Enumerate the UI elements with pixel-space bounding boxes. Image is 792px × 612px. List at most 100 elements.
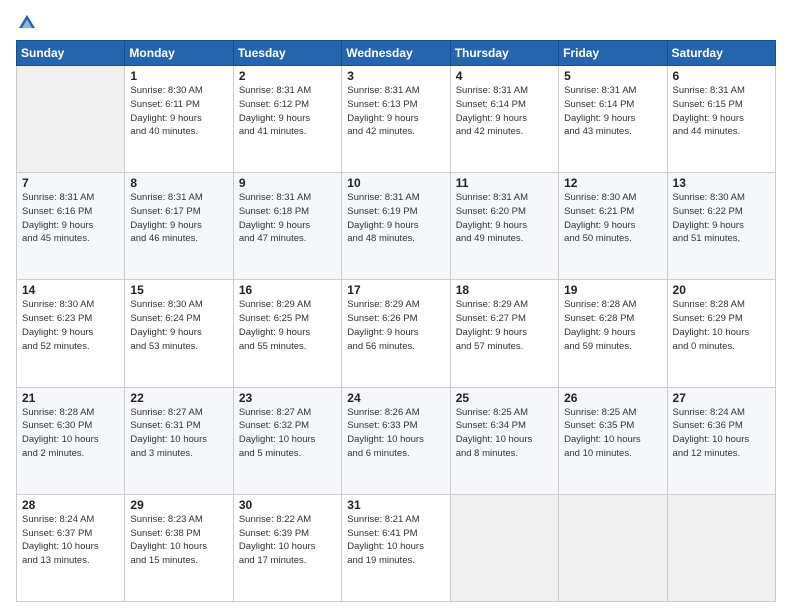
day-info: Sunrise: 8:30 AM Sunset: 6:11 PM Dayligh…: [130, 84, 227, 139]
table-row: 8Sunrise: 8:31 AM Sunset: 6:17 PM Daylig…: [125, 173, 233, 280]
table-row: 2Sunrise: 8:31 AM Sunset: 6:12 PM Daylig…: [233, 66, 341, 173]
day-number: 17: [347, 283, 444, 297]
day-info: Sunrise: 8:31 AM Sunset: 6:17 PM Dayligh…: [130, 191, 227, 246]
table-row: 24Sunrise: 8:26 AM Sunset: 6:33 PM Dayli…: [342, 387, 450, 494]
col-friday: Friday: [559, 41, 667, 66]
day-info: Sunrise: 8:30 AM Sunset: 6:22 PM Dayligh…: [673, 191, 770, 246]
calendar-week-row: 14Sunrise: 8:30 AM Sunset: 6:23 PM Dayli…: [17, 280, 776, 387]
day-info: Sunrise: 8:24 AM Sunset: 6:36 PM Dayligh…: [673, 406, 770, 461]
table-row: [559, 494, 667, 601]
day-number: 20: [673, 283, 770, 297]
day-number: 16: [239, 283, 336, 297]
table-row: 21Sunrise: 8:28 AM Sunset: 6:30 PM Dayli…: [17, 387, 125, 494]
day-number: 30: [239, 498, 336, 512]
day-number: 3: [347, 69, 444, 83]
day-number: 31: [347, 498, 444, 512]
day-number: 12: [564, 176, 661, 190]
day-info: Sunrise: 8:23 AM Sunset: 6:38 PM Dayligh…: [130, 513, 227, 568]
table-row: 7Sunrise: 8:31 AM Sunset: 6:16 PM Daylig…: [17, 173, 125, 280]
calendar-table: Sunday Monday Tuesday Wednesday Thursday…: [16, 40, 776, 602]
day-number: 23: [239, 391, 336, 405]
day-info: Sunrise: 8:28 AM Sunset: 6:30 PM Dayligh…: [22, 406, 119, 461]
day-info: Sunrise: 8:31 AM Sunset: 6:15 PM Dayligh…: [673, 84, 770, 139]
day-number: 15: [130, 283, 227, 297]
table-row: 30Sunrise: 8:22 AM Sunset: 6:39 PM Dayli…: [233, 494, 341, 601]
table-row: 14Sunrise: 8:30 AM Sunset: 6:23 PM Dayli…: [17, 280, 125, 387]
day-info: Sunrise: 8:22 AM Sunset: 6:39 PM Dayligh…: [239, 513, 336, 568]
table-row: 9Sunrise: 8:31 AM Sunset: 6:18 PM Daylig…: [233, 173, 341, 280]
table-row: 29Sunrise: 8:23 AM Sunset: 6:38 PM Dayli…: [125, 494, 233, 601]
day-info: Sunrise: 8:28 AM Sunset: 6:29 PM Dayligh…: [673, 298, 770, 353]
logo: [16, 12, 42, 34]
day-info: Sunrise: 8:27 AM Sunset: 6:32 PM Dayligh…: [239, 406, 336, 461]
day-info: Sunrise: 8:31 AM Sunset: 6:18 PM Dayligh…: [239, 191, 336, 246]
calendar-week-row: 7Sunrise: 8:31 AM Sunset: 6:16 PM Daylig…: [17, 173, 776, 280]
table-row: 27Sunrise: 8:24 AM Sunset: 6:36 PM Dayli…: [667, 387, 775, 494]
day-info: Sunrise: 8:31 AM Sunset: 6:12 PM Dayligh…: [239, 84, 336, 139]
day-number: 7: [22, 176, 119, 190]
table-row: 28Sunrise: 8:24 AM Sunset: 6:37 PM Dayli…: [17, 494, 125, 601]
table-row: 1Sunrise: 8:30 AM Sunset: 6:11 PM Daylig…: [125, 66, 233, 173]
day-number: 11: [456, 176, 553, 190]
day-number: 8: [130, 176, 227, 190]
day-number: 13: [673, 176, 770, 190]
day-info: Sunrise: 8:30 AM Sunset: 6:24 PM Dayligh…: [130, 298, 227, 353]
day-number: 28: [22, 498, 119, 512]
day-number: 9: [239, 176, 336, 190]
day-info: Sunrise: 8:31 AM Sunset: 6:14 PM Dayligh…: [564, 84, 661, 139]
table-row: 15Sunrise: 8:30 AM Sunset: 6:24 PM Dayli…: [125, 280, 233, 387]
table-row: 18Sunrise: 8:29 AM Sunset: 6:27 PM Dayli…: [450, 280, 558, 387]
table-row: 22Sunrise: 8:27 AM Sunset: 6:31 PM Dayli…: [125, 387, 233, 494]
table-row: 3Sunrise: 8:31 AM Sunset: 6:13 PM Daylig…: [342, 66, 450, 173]
day-info: Sunrise: 8:21 AM Sunset: 6:41 PM Dayligh…: [347, 513, 444, 568]
day-info: Sunrise: 8:25 AM Sunset: 6:34 PM Dayligh…: [456, 406, 553, 461]
table-row: [450, 494, 558, 601]
day-info: Sunrise: 8:26 AM Sunset: 6:33 PM Dayligh…: [347, 406, 444, 461]
day-number: 27: [673, 391, 770, 405]
col-thursday: Thursday: [450, 41, 558, 66]
day-info: Sunrise: 8:27 AM Sunset: 6:31 PM Dayligh…: [130, 406, 227, 461]
calendar-week-row: 28Sunrise: 8:24 AM Sunset: 6:37 PM Dayli…: [17, 494, 776, 601]
table-row: [17, 66, 125, 173]
logo-icon: [16, 12, 38, 34]
day-number: 21: [22, 391, 119, 405]
day-number: 18: [456, 283, 553, 297]
day-info: Sunrise: 8:31 AM Sunset: 6:20 PM Dayligh…: [456, 191, 553, 246]
table-row: 5Sunrise: 8:31 AM Sunset: 6:14 PM Daylig…: [559, 66, 667, 173]
table-row: 19Sunrise: 8:28 AM Sunset: 6:28 PM Dayli…: [559, 280, 667, 387]
table-row: 16Sunrise: 8:29 AM Sunset: 6:25 PM Dayli…: [233, 280, 341, 387]
day-number: 10: [347, 176, 444, 190]
day-number: 25: [456, 391, 553, 405]
table-row: 4Sunrise: 8:31 AM Sunset: 6:14 PM Daylig…: [450, 66, 558, 173]
table-row: 12Sunrise: 8:30 AM Sunset: 6:21 PM Dayli…: [559, 173, 667, 280]
col-saturday: Saturday: [667, 41, 775, 66]
table-row: 26Sunrise: 8:25 AM Sunset: 6:35 PM Dayli…: [559, 387, 667, 494]
table-row: 13Sunrise: 8:30 AM Sunset: 6:22 PM Dayli…: [667, 173, 775, 280]
table-row: 6Sunrise: 8:31 AM Sunset: 6:15 PM Daylig…: [667, 66, 775, 173]
day-number: 29: [130, 498, 227, 512]
calendar-week-row: 21Sunrise: 8:28 AM Sunset: 6:30 PM Dayli…: [17, 387, 776, 494]
day-number: 6: [673, 69, 770, 83]
day-info: Sunrise: 8:29 AM Sunset: 6:26 PM Dayligh…: [347, 298, 444, 353]
day-number: 22: [130, 391, 227, 405]
col-monday: Monday: [125, 41, 233, 66]
day-info: Sunrise: 8:31 AM Sunset: 6:19 PM Dayligh…: [347, 191, 444, 246]
day-number: 24: [347, 391, 444, 405]
day-info: Sunrise: 8:25 AM Sunset: 6:35 PM Dayligh…: [564, 406, 661, 461]
table-row: 25Sunrise: 8:25 AM Sunset: 6:34 PM Dayli…: [450, 387, 558, 494]
day-info: Sunrise: 8:31 AM Sunset: 6:16 PM Dayligh…: [22, 191, 119, 246]
day-info: Sunrise: 8:31 AM Sunset: 6:14 PM Dayligh…: [456, 84, 553, 139]
day-info: Sunrise: 8:29 AM Sunset: 6:25 PM Dayligh…: [239, 298, 336, 353]
table-row: 17Sunrise: 8:29 AM Sunset: 6:26 PM Dayli…: [342, 280, 450, 387]
day-info: Sunrise: 8:31 AM Sunset: 6:13 PM Dayligh…: [347, 84, 444, 139]
day-info: Sunrise: 8:24 AM Sunset: 6:37 PM Dayligh…: [22, 513, 119, 568]
table-row: 11Sunrise: 8:31 AM Sunset: 6:20 PM Dayli…: [450, 173, 558, 280]
day-number: 1: [130, 69, 227, 83]
table-row: [667, 494, 775, 601]
day-number: 2: [239, 69, 336, 83]
table-row: 31Sunrise: 8:21 AM Sunset: 6:41 PM Dayli…: [342, 494, 450, 601]
day-info: Sunrise: 8:28 AM Sunset: 6:28 PM Dayligh…: [564, 298, 661, 353]
day-number: 19: [564, 283, 661, 297]
calendar-header-row: Sunday Monday Tuesday Wednesday Thursday…: [17, 41, 776, 66]
day-number: 4: [456, 69, 553, 83]
